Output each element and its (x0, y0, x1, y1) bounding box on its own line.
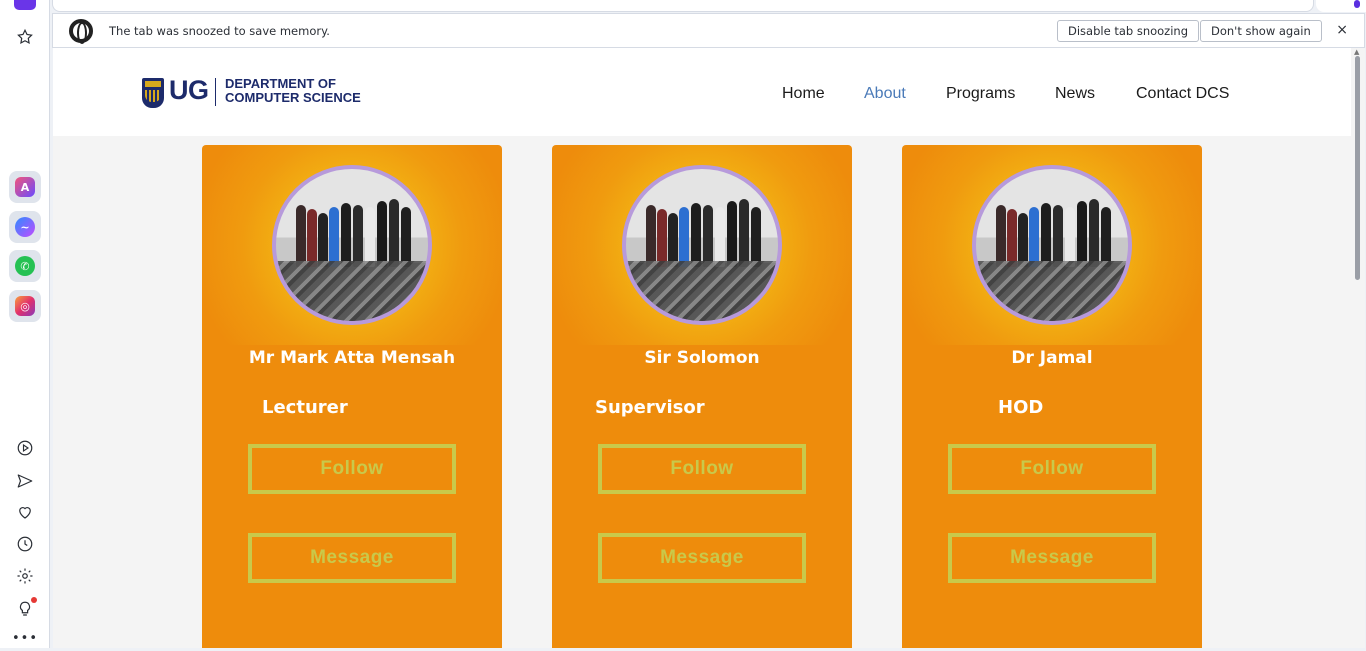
history-icon[interactable] (12, 531, 38, 557)
tab-strip (52, 0, 1314, 12)
instagram-icon[interactable]: ◎ (9, 290, 41, 322)
profile-area[interactable] (1316, 0, 1366, 12)
profile-photo (622, 165, 782, 325)
web-page: UG DEPARTMENT OF COMPUTER SCIENCE Home A… (53, 48, 1351, 648)
more-icon[interactable]: ••• (12, 625, 38, 651)
heart-icon[interactable] (12, 499, 38, 525)
browser-sidebar: A ~ ✆ ◎ ••• (0, 0, 50, 648)
nav-programs[interactable]: Programs (946, 85, 1015, 103)
ug-crest-icon[interactable] (142, 78, 164, 108)
nav-news[interactable]: News (1055, 85, 1095, 103)
bookmarks-icon[interactable] (12, 24, 38, 50)
logo-line-1: DEPARTMENT OF (225, 76, 336, 91)
message-button[interactable]: Message (598, 533, 806, 583)
follow-button[interactable]: Follow (248, 444, 456, 494)
profile-photo (272, 165, 432, 325)
logo-divider (215, 78, 216, 106)
workspace-icon[interactable] (14, 0, 36, 10)
page-scrollbar[interactable]: ▲ (1351, 48, 1365, 648)
aria-icon[interactable]: A (9, 171, 41, 203)
profile-card: Sir Solomon Supervisor Follow Message (552, 145, 852, 648)
logo-line-2: COMPUTER SCIENCE (225, 90, 361, 105)
profile-role: Lecturer (262, 397, 348, 418)
logo-short[interactable]: UG (169, 75, 209, 106)
scrollbar-thumb[interactable] (1355, 56, 1360, 280)
profile-role: HOD (998, 397, 1044, 418)
messenger-icon[interactable]: ~ (9, 211, 41, 243)
message-button[interactable]: Message (948, 533, 1156, 583)
whatsapp-icon[interactable]: ✆ (9, 250, 41, 282)
snooze-notification-bar: The tab was snoozed to save memory. Disa… (52, 13, 1365, 48)
nav-home[interactable]: Home (782, 85, 825, 103)
notification-dot (31, 597, 37, 603)
profile-name: Mr Mark Atta Mensah (248, 348, 456, 368)
close-icon[interactable]: × (1336, 22, 1348, 38)
profile-card: Dr Jamal HOD Follow Message (902, 145, 1202, 648)
logo-department[interactable]: DEPARTMENT OF COMPUTER SCIENCE (225, 77, 361, 105)
profile-role: Supervisor (595, 397, 705, 418)
player-icon[interactable] (12, 435, 38, 461)
message-button[interactable]: Message (248, 533, 456, 583)
dont-show-again-button[interactable]: Don't show again (1200, 20, 1322, 42)
profile-card: Mr Mark Atta Mensah Lecturer Follow Mess… (202, 145, 502, 648)
send-icon[interactable] (12, 468, 38, 494)
scroll-up-arrow-icon[interactable]: ▲ (1354, 48, 1359, 56)
settings-icon[interactable] (12, 563, 38, 589)
nav-contact[interactable]: Contact DCS (1136, 85, 1229, 103)
disable-snoozing-button[interactable]: Disable tab snoozing (1057, 20, 1199, 42)
notification-text: The tab was snoozed to save memory. (109, 23, 330, 38)
opera-logo-icon (69, 18, 93, 44)
site-header: UG DEPARTMENT OF COMPUTER SCIENCE Home A… (53, 48, 1351, 136)
profile-name: Sir Solomon (644, 348, 760, 368)
profile-photo (972, 165, 1132, 325)
follow-button[interactable]: Follow (948, 444, 1156, 494)
profile-name: Dr Jamal (1011, 348, 1093, 368)
nav-about[interactable]: About (864, 85, 906, 103)
follow-button[interactable]: Follow (598, 444, 806, 494)
